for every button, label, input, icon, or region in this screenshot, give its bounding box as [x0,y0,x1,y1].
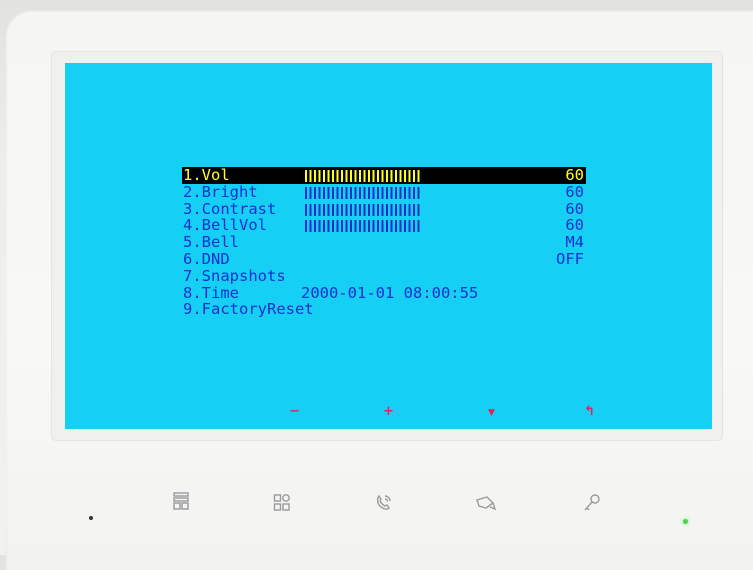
status-led [683,519,688,524]
menu-item-label: 9.FactoryReset [183,300,314,319]
lcd-screen: 1.Vol 60 2.Bright 60 3.Contrast 60 4.Bel… [65,63,712,429]
menu-item-snapshots[interactable]: 7.Snapshots [182,266,586,285]
menu-item-value: 60 [565,199,584,218]
menu-item-value: M4 [565,233,584,252]
menu-item-bright[interactable]: 2.Bright 60 [182,182,586,201]
unlock-key-icon[interactable] [578,489,606,517]
phone-call-icon[interactable] [369,489,397,517]
menu-item-contrast[interactable]: 3.Contrast 60 [182,199,586,218]
menu-item-dnd[interactable]: 6.DND OFF [182,251,586,268]
menu-item-value: 60 [565,166,584,184]
menu-item-bellvol[interactable]: 4.BellVol 60 [182,217,586,234]
menu-item-label: 7.Snapshots [183,266,286,285]
microphone-dot [89,516,93,520]
contrast-level-bar [305,203,422,216]
menu-item-value: OFF [556,249,584,268]
softkey-back[interactable]: ↰ [584,404,595,419]
menu-item-vol[interactable]: 1.Vol 60 [182,167,586,184]
menu-item-label: 1.Vol [183,166,230,184]
menu-item-label: 8.Time [183,283,239,302]
menu-item-bell[interactable]: 5.Bell M4 [182,234,586,251]
softkey-plus[interactable]: + [383,404,394,419]
bell-volume-level-bar [305,220,422,233]
menu-item-label: 4.BellVol [183,216,267,235]
menu-item-time[interactable]: 8.Time 2000-01-01 08:00:55 [182,283,586,302]
menu-item-label: 3.Contrast [183,199,277,218]
menu-item-label: 5.Bell [183,233,239,252]
softkey-down[interactable]: ▼ [488,408,495,418]
apps-icon[interactable] [268,489,296,517]
menu-item-label: 6.DND [183,249,230,268]
volume-level-bar [305,170,422,182]
video-monitor-icon[interactable] [472,489,500,517]
menu-item-factory-reset[interactable]: 9.FactoryReset [182,301,586,318]
menu-item-value: 60 [565,216,584,235]
settings-menu: 1.Vol 60 2.Bright 60 3.Contrast 60 4.Bel… [182,167,586,318]
menu-icon[interactable] [167,489,195,517]
time-value: 2000-01-01 08:00:55 [301,283,479,302]
brightness-level-bar [305,186,422,199]
menu-item-value: 60 [565,182,584,201]
softkey-minus[interactable]: − [289,404,300,419]
menu-item-label: 2.Bright [183,182,258,201]
